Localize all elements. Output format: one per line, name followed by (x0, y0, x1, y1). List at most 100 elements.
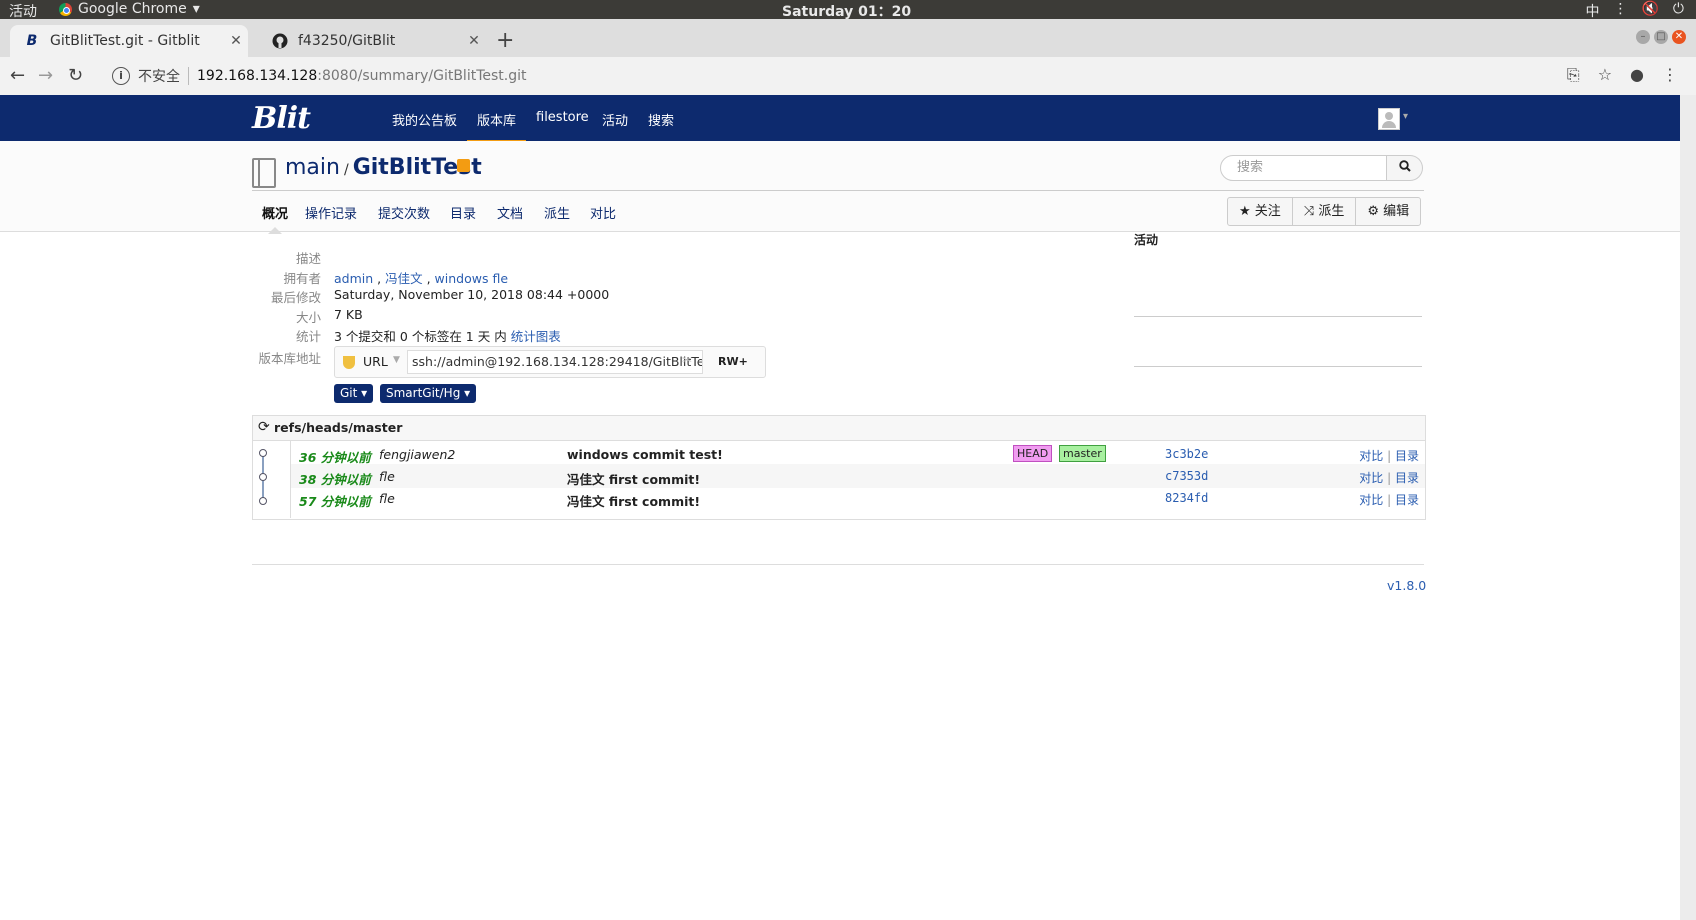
permission-badge: RW+ (718, 355, 748, 368)
diff-link[interactable]: 对比 (1359, 471, 1383, 485)
app-name: Google Chrome (78, 1, 187, 17)
diff-link[interactable]: 对比 (1359, 493, 1383, 507)
gitblit-navbar: Blit 我的公告板 版本库 filestore 活动 搜索 ▾ (0, 95, 1680, 143)
omnibox[interactable]: i 不安全 192.168.134.128 :8080/summary/GitB… (112, 63, 526, 89)
url-host: 192.168.134.128 (197, 68, 318, 84)
git-clone-label: Git (340, 386, 358, 400)
bookmark-star-icon[interactable]: ☆ (1598, 65, 1612, 85)
owner-link[interactable]: windows fle (435, 271, 508, 286)
input-method-indicator[interactable]: 中 (1585, 1, 1599, 21)
table-row: 57 分钟以前 fle 冯佳文 first commit! 8234fd 对比 … (291, 486, 1425, 510)
os-top-bar: 活动 Google Chrome ▾ Saturday 01：20 中 ⋮ 🔇 … (0, 0, 1696, 21)
new-tab-button[interactable]: + (496, 28, 514, 53)
gear-icon: ⚙ (1367, 204, 1380, 219)
close-icon[interactable]: ✕ (462, 33, 486, 49)
nav-repositories[interactable]: 版本库 (466, 110, 527, 143)
stats-link[interactable]: 统计图表 (511, 329, 561, 344)
branch-badge[interactable]: master (1059, 445, 1106, 462)
tree-link[interactable]: 目录 (1395, 493, 1419, 507)
commit-author[interactable]: fle (379, 491, 395, 506)
commit-author[interactable]: fle (379, 469, 395, 484)
tab-title: GitBlitTest.git - Gitblit (50, 33, 200, 49)
project-link[interactable]: main (285, 155, 340, 180)
back-icon[interactable]: ← (10, 65, 25, 86)
git-clone-dropdown[interactable]: Git ▾ (334, 384, 374, 403)
commit-sha[interactable]: 8234fd (1165, 491, 1208, 505)
watch-button[interactable]: ★ 关注 (1228, 198, 1293, 225)
power-icon[interactable]: ⏻ (1673, 1, 1684, 21)
tab-summary[interactable]: 概况 (262, 203, 288, 234)
description-label: 描述 (295, 251, 321, 266)
tab-docs[interactable]: 文档 (497, 203, 523, 222)
diff-link[interactable]: 对比 (1359, 449, 1383, 463)
rss-icon[interactable] (457, 159, 470, 172)
ref-name[interactable]: refs/heads/master (274, 420, 402, 435)
profile-icon[interactable]: ● (1630, 65, 1644, 85)
repo-header: main / GitBlitTest 搜索 概况 操作记录 提交次数 目录 文档 派… (0, 141, 1680, 234)
commit-graph (253, 441, 291, 518)
forward-icon[interactable]: → (38, 65, 53, 86)
tab-commits[interactable]: 提交次数 (378, 203, 430, 222)
commit-log-panel: ⟳ refs/heads/master 36 分钟以前 fengjiawen2 … (252, 415, 1426, 520)
chevron-down-icon[interactable]: ▾ (1403, 111, 1408, 122)
table-row: 38 分钟以前 fle 冯佳文 first commit! c7353d 对比 … (291, 464, 1425, 488)
tree-link[interactable]: 目录 (1395, 471, 1419, 485)
commit-message[interactable]: 冯佳文 first commit! (567, 491, 700, 510)
scrollbar[interactable] (1680, 95, 1696, 920)
tab-forks[interactable]: 派生 (544, 203, 570, 222)
maximize-button[interactable]: □ (1654, 30, 1668, 44)
edit-button[interactable]: ⚙ 编辑 (1356, 198, 1420, 225)
commit-message[interactable]: windows commit test! (567, 447, 723, 462)
star-icon: ★ (1239, 204, 1251, 219)
avatar[interactable] (1378, 108, 1400, 130)
smartgit-clone-dropdown[interactable]: SmartGit/Hg ▾ (380, 384, 477, 403)
commit-sha[interactable]: 3c3b2e (1165, 447, 1208, 461)
network-icon[interactable]: ⋮ (1613, 1, 1627, 21)
commit-sha[interactable]: c7353d (1165, 469, 1208, 483)
nav-search[interactable]: 搜索 (648, 110, 674, 129)
stats-label: 统计 (295, 329, 321, 344)
tree-link[interactable]: 目录 (1395, 449, 1419, 463)
nav-activity[interactable]: 活动 (602, 110, 628, 129)
copy-icon[interactable]: ✂ (682, 353, 692, 367)
nav-filestore[interactable]: filestore (536, 110, 589, 125)
link-separator: | (1387, 471, 1392, 485)
chrome-icon (59, 2, 72, 16)
fork-icon: ⤨ (1303, 204, 1315, 219)
menu-icon[interactable]: ⋮ (1662, 65, 1678, 85)
volume-muted-icon[interactable]: 🔇 (1641, 1, 1658, 21)
chevron-down-icon[interactable]: ▼ (393, 355, 400, 365)
system-tray[interactable]: 中 ⋮ 🔇 ⏻ (1585, 1, 1684, 21)
repo-url-field[interactable]: ssh://admin@192.168.134.128:29418/GitBli… (407, 350, 703, 374)
head-badge[interactable]: HEAD (1013, 445, 1053, 462)
commit-author[interactable]: fengjiawen2 (379, 447, 455, 462)
repository-icon (252, 158, 276, 188)
search-button[interactable] (1387, 155, 1423, 181)
tab-gitblit[interactable]: B GitBlitTest.git - Gitblit ✕ (10, 25, 248, 57)
owner-link[interactable]: admin (334, 271, 373, 286)
clock[interactable]: Saturday 01：20 (782, 1, 911, 21)
reload-icon[interactable]: ↻ (68, 65, 83, 86)
close-window-button[interactable]: ✕ (1672, 30, 1686, 44)
info-icon[interactable]: i (112, 67, 130, 85)
version-link[interactable]: v1.8.0 (1387, 578, 1426, 593)
gitblit-logo[interactable]: Blit (252, 101, 311, 136)
translate-icon[interactable]: ⎘ (1567, 65, 1580, 85)
tab-reflog[interactable]: 操作记录 (305, 203, 357, 222)
owner-link[interactable]: 冯佳文 (385, 271, 423, 286)
fork-button[interactable]: ⤨ 派生 (1293, 198, 1357, 225)
tab-github[interactable]: f43250/GitBlit ✕ (258, 25, 486, 57)
search-input[interactable]: 搜索 (1220, 155, 1387, 181)
tab-compare[interactable]: 对比 (590, 203, 616, 222)
repo-url-box: URL ▼ ssh://admin@192.168.134.128:29418/… (334, 346, 766, 378)
nav-dashboard[interactable]: 我的公告板 (392, 110, 457, 129)
security-label: 不安全 (138, 69, 180, 85)
tab-tree[interactable]: 目录 (450, 203, 476, 222)
close-icon[interactable]: ✕ (224, 33, 248, 49)
shield-icon (343, 356, 355, 369)
minimize-button[interactable]: – (1636, 30, 1650, 44)
watch-label: 关注 (1254, 204, 1281, 219)
app-menu[interactable]: Google Chrome ▾ (59, 1, 200, 17)
activities-button[interactable]: 活动 (9, 1, 37, 21)
url-protocol-select[interactable]: URL (363, 354, 388, 369)
